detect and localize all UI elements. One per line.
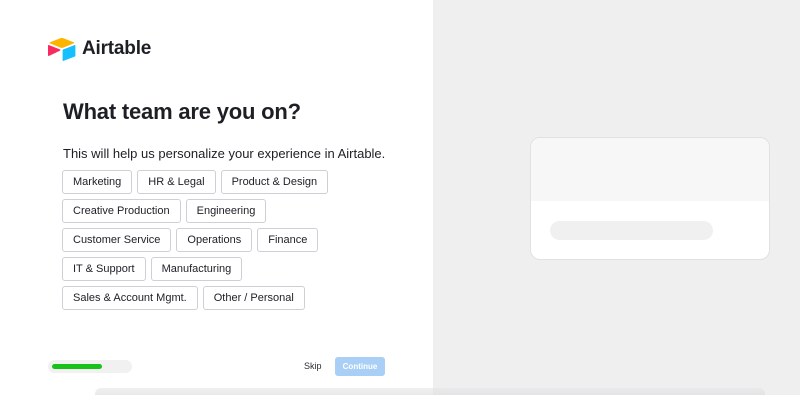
team-option[interactable]: Sales & Account Mgmt. xyxy=(62,286,198,310)
team-option[interactable]: Customer Service xyxy=(62,228,172,252)
team-options-row-4: IT & Support Manufacturing xyxy=(62,257,247,281)
team-option[interactable]: Creative Production xyxy=(62,199,181,223)
airtable-logo-icon xyxy=(48,37,76,61)
onboarding-panel: Airtable What team are you on? This will… xyxy=(0,0,433,395)
team-option[interactable]: Finance xyxy=(257,228,319,252)
continue-button[interactable]: Continue xyxy=(335,357,385,376)
team-option[interactable]: Manufacturing xyxy=(150,257,243,281)
page-title: What team are you on? xyxy=(63,99,301,124)
team-option[interactable]: Marketing xyxy=(62,170,133,194)
team-option[interactable]: IT & Support xyxy=(62,257,146,281)
page-subtitle: This will help us personalize your exper… xyxy=(63,146,386,161)
team-option[interactable]: Operations xyxy=(176,228,253,252)
team-options-row-2: Creative Production Engineering xyxy=(62,199,271,223)
preview-placeholder-bar xyxy=(550,221,713,240)
skip-button[interactable]: Skip xyxy=(304,361,322,371)
onboarding-progress-bar xyxy=(48,360,132,373)
bottom-shadow xyxy=(95,388,765,395)
airtable-logo: Airtable xyxy=(48,37,151,61)
team-option[interactable]: Other / Personal xyxy=(202,286,305,310)
team-options-row-5: Sales & Account Mgmt. Other / Personal xyxy=(62,286,310,310)
team-options-row-1: Marketing HR & Legal Product & Design xyxy=(62,170,333,194)
brand-name: Airtable xyxy=(82,38,152,59)
team-options-row-3: Customer Service Operations Finance xyxy=(62,228,323,252)
team-option[interactable]: HR & Legal xyxy=(137,170,216,194)
progress-fill xyxy=(52,364,102,369)
team-option[interactable]: Engineering xyxy=(185,199,267,223)
preview-card xyxy=(530,137,770,260)
team-option[interactable]: Product & Design xyxy=(220,170,329,194)
preview-card-header xyxy=(531,138,769,201)
